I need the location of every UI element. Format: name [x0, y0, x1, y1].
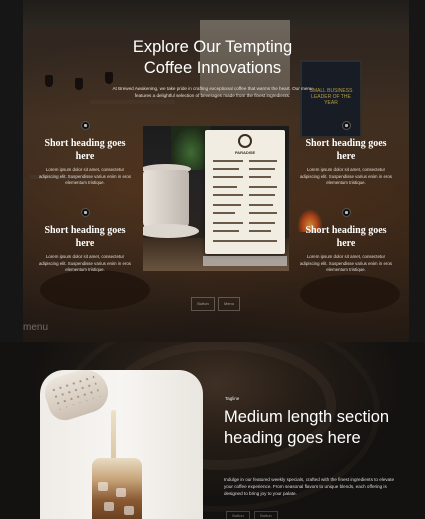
saucer-decor	[143, 224, 199, 238]
menu-line	[249, 168, 275, 170]
hero-title-line1: Explore Our Tempting	[132, 38, 293, 56]
section-ghost-button[interactable]: Button	[254, 511, 278, 519]
feature-card: Short heading goes here Lorem ipsum dolo…	[36, 121, 134, 187]
menu-line	[249, 222, 275, 224]
menu-line	[249, 204, 273, 206]
feature-body: Lorem ipsum dolor sit amet, consectetur …	[299, 254, 392, 272]
menu-line	[249, 160, 277, 162]
cube-icon	[80, 121, 90, 130]
menu-line	[213, 176, 243, 178]
feature-body: Lorem ipsum dolor sit amet, consectetur …	[299, 167, 392, 185]
feature-card: Short heading goes here Lorem ipsum dolo…	[297, 208, 395, 274]
iced-latte-photo	[40, 370, 203, 519]
feature-body: Lorem ipsum dolor sit amet, consectetur …	[38, 167, 131, 185]
menu-line	[213, 160, 243, 162]
menu-photo: PARADISE	[143, 126, 289, 271]
cube-icon	[341, 121, 351, 130]
feature-card: Short heading goes here Lorem ipsum dolo…	[36, 208, 134, 274]
section-ghost-button[interactable]: Button	[226, 511, 250, 519]
ice-cube	[98, 482, 108, 491]
feature-heading: Short heading goes here	[305, 138, 387, 162]
menu-line	[249, 230, 271, 232]
feature-heading: Short heading goes here	[44, 138, 126, 162]
hero-section: SMALL BUSINESS LEADER OF THE YEAR Explor…	[0, 0, 425, 342]
hero-title-line2: Coffee Innovations	[143, 59, 282, 77]
menu-line	[249, 186, 277, 188]
menu-line	[213, 212, 235, 214]
menu-line	[213, 240, 277, 242]
menu-line	[249, 176, 271, 178]
hero-ghost-button-menu[interactable]: Menu	[218, 297, 240, 311]
menu-card-brand: PARADISE	[234, 150, 256, 155]
cube-icon	[341, 208, 351, 217]
section-heading: Medium length section heading goes here	[224, 408, 390, 447]
menu-line	[213, 230, 239, 232]
ice-cube	[124, 506, 134, 515]
section-body: Indulge in our featured weekly specials,…	[224, 477, 395, 496]
section-tagline: Tagline	[225, 396, 240, 401]
hero-ghost-button[interactable]: Button	[191, 297, 215, 311]
menu-line	[213, 168, 239, 170]
hero-ghost-label: menu	[23, 322, 49, 333]
menu-line	[213, 222, 243, 224]
menu-card: PARADISE	[203, 130, 287, 266]
menu-line	[213, 186, 237, 188]
feature-body: Lorem ipsum dolor sit amet, consectetur …	[38, 254, 131, 272]
menu-line	[213, 204, 241, 206]
ice-cube	[104, 502, 114, 511]
ice-cube	[116, 488, 126, 497]
mug-decor	[143, 170, 189, 230]
feature-heading: Short heading goes here	[44, 225, 126, 249]
feature-heading: Short heading goes here	[305, 225, 387, 249]
feature-card: Short heading goes here Lorem ipsum dolo…	[297, 121, 395, 187]
menu-line	[249, 194, 275, 196]
cube-icon	[80, 208, 90, 217]
hero-intro: At Brewed Awakening, we take pride in cr…	[112, 86, 313, 98]
menu-line	[249, 212, 277, 214]
brand-emblem	[238, 134, 252, 148]
milk-pour	[111, 410, 116, 462]
menu-stand	[203, 256, 287, 266]
menu-line	[213, 194, 243, 196]
hero-title: Explore Our Tempting Coffee Innovations	[0, 37, 425, 79]
